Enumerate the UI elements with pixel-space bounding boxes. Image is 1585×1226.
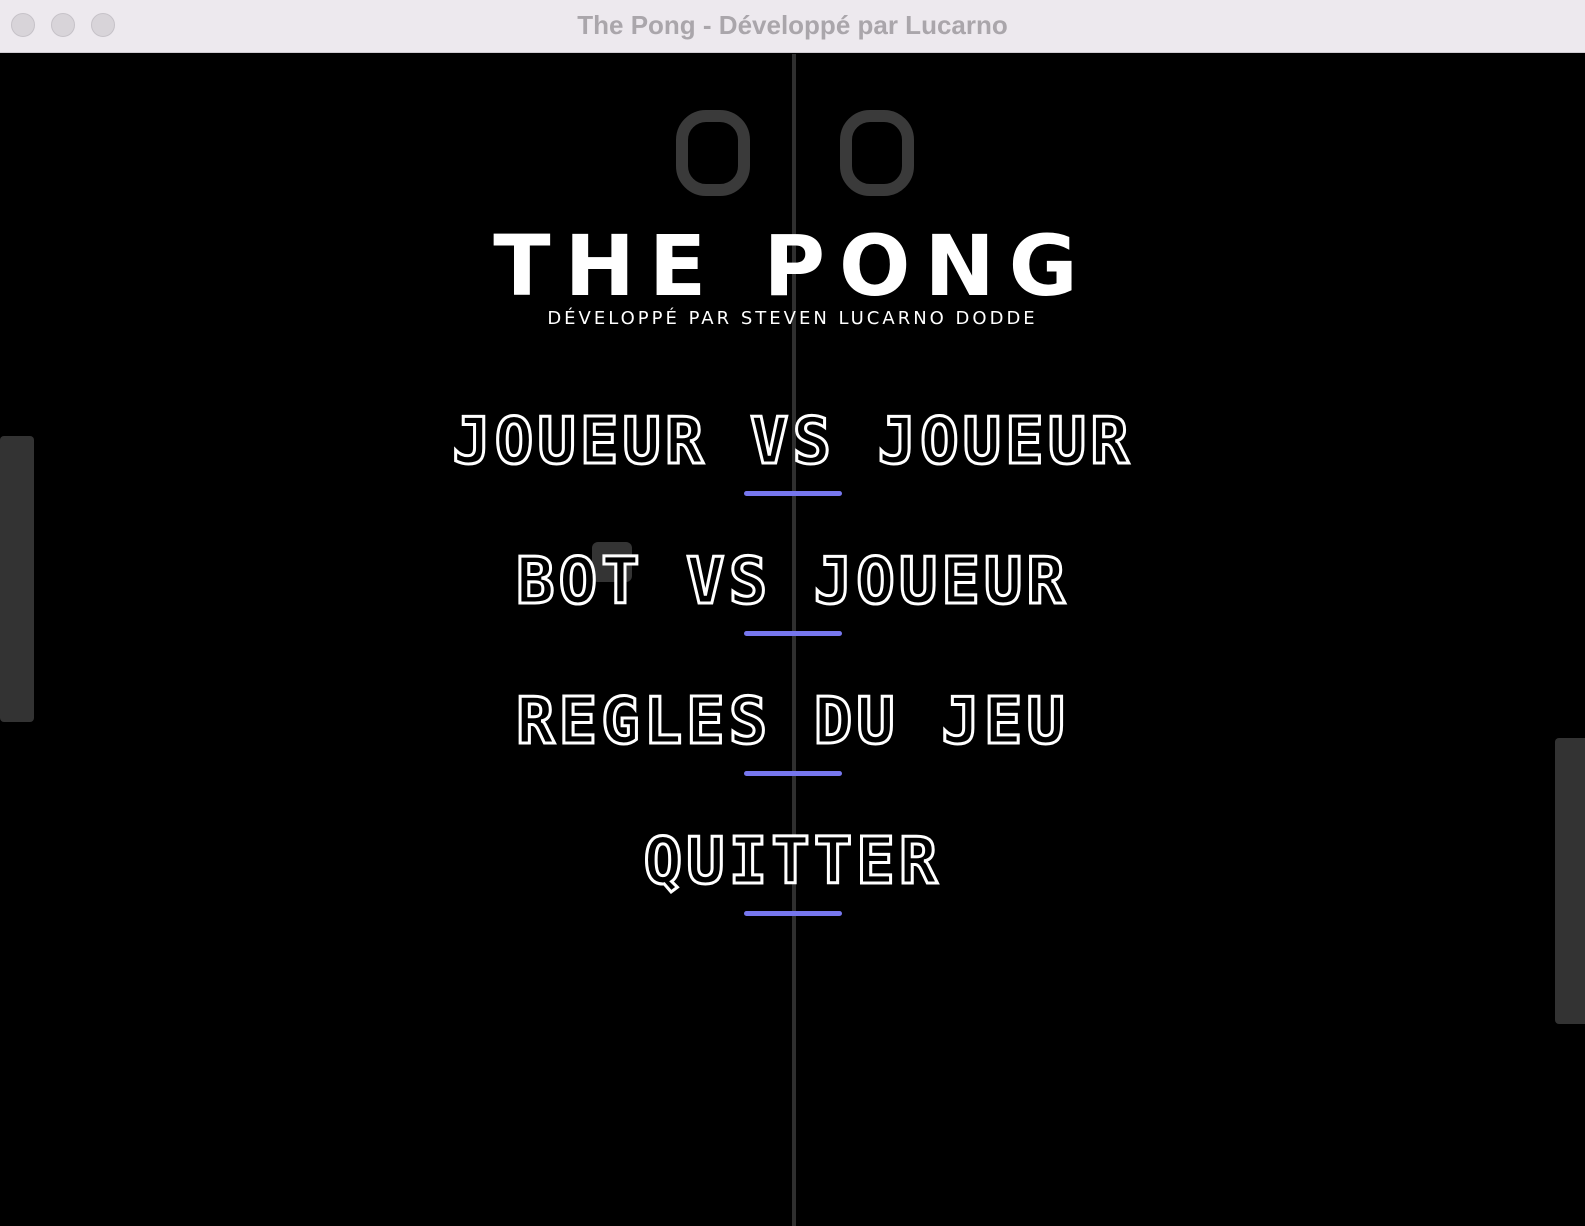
game-canvas[interactable]: 0 0 THE PONG Développé par Steven Lucarn…: [0, 54, 1585, 1226]
menu-item-regles-du-jeu[interactable]: REGLES DU JEU: [0, 686, 1585, 776]
game-title: THE PONG: [493, 217, 1092, 315]
menu-item-joueur-vs-joueur[interactable]: JOUEUR VS JOUEUR: [0, 406, 1585, 496]
game-subtitle: Développé par Steven Lucarno Dodde: [547, 308, 1038, 329]
window-title: The Pong - Développé par Lucarno: [577, 10, 1008, 40]
menu-item-quitter[interactable]: QUITTER: [0, 826, 1585, 916]
window-titlebar[interactable]: The Pong - Développé par Lucarno: [0, 0, 1585, 53]
menu-underline: [743, 491, 842, 496]
menu-item-label[interactable]: QUITTER: [642, 826, 942, 899]
menu-item-label[interactable]: JOUEUR VS JOUEUR: [451, 406, 1133, 479]
right-score: 0: [840, 110, 914, 196]
app-window: The Pong - Développé par Lucarno 0 0 THE…: [0, 0, 1585, 1226]
menu-item-bot-vs-joueur[interactable]: BOT VS JOUEUR: [0, 546, 1585, 636]
menu-item-label[interactable]: REGLES DU JEU: [515, 686, 1069, 759]
menu-underline: [743, 911, 842, 916]
menu-underline: [743, 771, 842, 776]
menu-item-label[interactable]: BOT VS JOUEUR: [515, 546, 1069, 619]
left-score: 0: [676, 110, 750, 196]
menu-underline: [743, 631, 842, 636]
